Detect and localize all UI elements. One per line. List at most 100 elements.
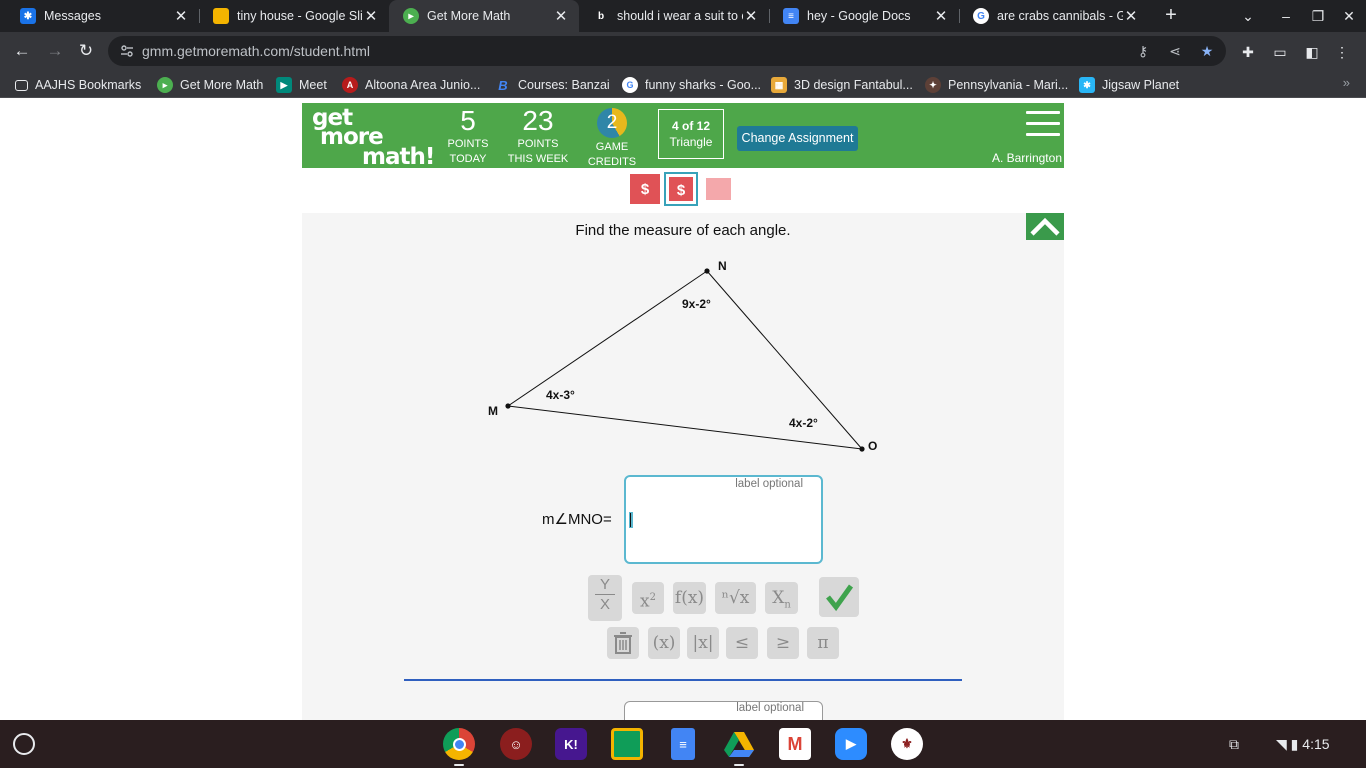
marines-icon: ✦ [925,77,941,93]
forward-icon[interactable]: → [42,39,68,63]
function-button[interactable]: f(x) [673,582,706,614]
slides-icon [213,8,229,24]
close-window-icon[interactable]: ✕ [1334,0,1364,32]
extensions-icon[interactable]: ✚ [1238,42,1258,62]
kahoot-icon[interactable]: K! [555,728,587,760]
bing-icon: b [593,8,609,24]
change-assignment-button[interactable]: Change Assignment [737,126,858,151]
label-optional-text: label optional [736,702,804,714]
reload-icon[interactable]: ↻ [73,39,99,63]
close-icon[interactable]: ✕ [173,7,189,25]
minimize-icon[interactable]: – [1271,0,1301,32]
submit-button[interactable] [819,577,859,617]
root-button[interactable]: ⁿ√x [715,582,756,614]
label-n: N [718,259,727,273]
angle-m-expression: 4x-3° [546,388,575,402]
battery-icon: ▮ [1290,736,1299,752]
assignment-progress: 4 of 12 Triangle [658,109,724,159]
exponent-button[interactable]: x2 [632,582,664,614]
question-panel: Find the measure of each angle. N M O 9x… [302,213,1064,731]
tab-bing[interactable]: b should i wear a suit to c ✕ [579,0,769,32]
tab-messages[interactable]: ✱ Messages ✕ [6,0,199,32]
points-today: 5 POINTS TODAY [447,105,489,165]
google-icon: G [973,8,989,24]
screen-capture-icon[interactable]: ⧉ [1229,720,1239,768]
zoom-icon[interactable]: ▶ [835,728,867,760]
drive-icon[interactable] [723,728,755,760]
close-icon[interactable]: ✕ [553,7,569,25]
label-m: M [488,404,498,418]
back-icon[interactable]: ← [9,39,35,63]
bookmark-pennsylvania[interactable]: ✦ Pennsylvania - Mari... [925,76,1068,94]
bookmark-altoona[interactable]: A Altoona Area Junio... [342,76,480,94]
close-icon[interactable]: ✕ [363,7,379,25]
clock: 4:15 [1302,736,1330,752]
subscript-button[interactable]: Xn [765,582,798,614]
gmm-icon: ▸ [403,8,419,24]
bookmark-jigsaw-planet[interactable]: ✱ Jigsaw Planet [1079,76,1179,94]
address-bar[interactable]: gmm.getmoremath.com/student.html ⚷ ⋖ ★ [108,36,1226,66]
clear-button[interactable] [607,627,639,659]
tab-slides[interactable]: tiny house - Google Slid ✕ [199,0,389,32]
bookmark-funny-sharks[interactable]: G funny sharks - Goo... [622,76,761,94]
bookmarks-bar: AAJHS Bookmarks ▸ Get More Math ▶ Meet A… [0,70,1366,98]
school-icon[interactable]: ⚜ [891,728,923,760]
cast-icon[interactable]: ▭ [1270,42,1290,62]
question-marker-1[interactable]: $ [630,174,660,204]
key-icon[interactable]: ⚷ [1134,42,1152,60]
bookmark-aajhs[interactable]: AAJHS Bookmarks [15,76,141,94]
bookmark-banzai[interactable]: B Courses: Banzai [495,76,609,94]
label-optional-text: label optional [735,478,803,490]
wifi-icon: ◥ [1276,736,1287,752]
gmail-icon[interactable]: M [779,728,811,760]
parentheses-button[interactable]: (x) [648,627,680,659]
hamburger-menu-icon[interactable] [1026,111,1060,141]
app-icon[interactable]: ☺ [500,728,532,760]
docs-icon[interactable]: ≡ [671,728,695,760]
less-equal-button[interactable]: ≤ [726,627,758,659]
text-cursor [629,512,633,528]
get-more-math-logo[interactable]: get more math! [312,106,435,168]
bookmarks-overflow-icon[interactable]: » [1343,75,1350,90]
question-marker-2[interactable]: $ [664,172,698,206]
bookmark-get-more-math[interactable]: ▸ Get More Math [157,76,263,94]
greater-equal-button[interactable]: ≥ [767,627,799,659]
pi-button[interactable]: π [807,627,839,659]
chrome-icon[interactable] [443,728,475,760]
running-indicator [454,764,464,766]
tab-docs[interactable]: ≡ hey - Google Docs ✕ [769,0,959,32]
bookmark-3d-design[interactable]: ▦ 3D design Fantabul... [771,76,913,94]
new-tab-button[interactable]: + [1160,4,1182,28]
close-icon[interactable]: ✕ [743,7,759,25]
tab-get-more-math[interactable]: ▸ Get More Math ✕ [389,0,579,32]
launcher-icon[interactable] [13,733,35,755]
share-icon[interactable]: ⋖ [1166,42,1184,60]
triangle-diagram: N M O 9x-2° 4x-3° 4x-2° [488,259,877,453]
username: A. Barrington [991,151,1062,165]
question-marker-3[interactable] [706,178,731,200]
jigsaw-icon: ✱ [1079,77,1095,93]
absolute-value-button[interactable]: |x| [687,627,719,659]
status-tray[interactable]: ◥ ▮ 4:15 [1276,720,1356,768]
tab-google-search[interactable]: G are crabs cannibals - G ✕ [959,0,1149,32]
vertex-o [859,446,865,452]
angle-n-expression: 9x-2° [682,297,711,311]
folder-icon [15,79,28,91]
google-icon: G [622,77,638,93]
angle-o-expression: 4x-2° [789,416,818,430]
close-icon[interactable]: ✕ [933,7,949,25]
star-icon[interactable]: ★ [1198,42,1216,60]
page-content: get more math! 5 POINTS TODAY 23 POINTS … [0,98,1366,731]
classroom-icon[interactable] [611,728,643,760]
fraction-button[interactable]: Y X [588,575,622,621]
game-credits[interactable]: 2 GAME CREDITS [584,103,640,170]
side-panel-icon[interactable]: ◧ [1302,42,1322,62]
close-icon[interactable]: ✕ [1123,7,1139,25]
question-divider [404,679,962,681]
tab-search-icon[interactable]: ⌄ [1233,0,1263,32]
restore-icon[interactable]: ❐ [1303,0,1333,32]
more-menu-icon[interactable]: ⋮ [1332,42,1352,62]
site-info-icon[interactable] [120,44,134,58]
bookmark-meet[interactable]: ▶ Meet [276,76,327,94]
answer-input[interactable]: label optional [624,475,823,564]
